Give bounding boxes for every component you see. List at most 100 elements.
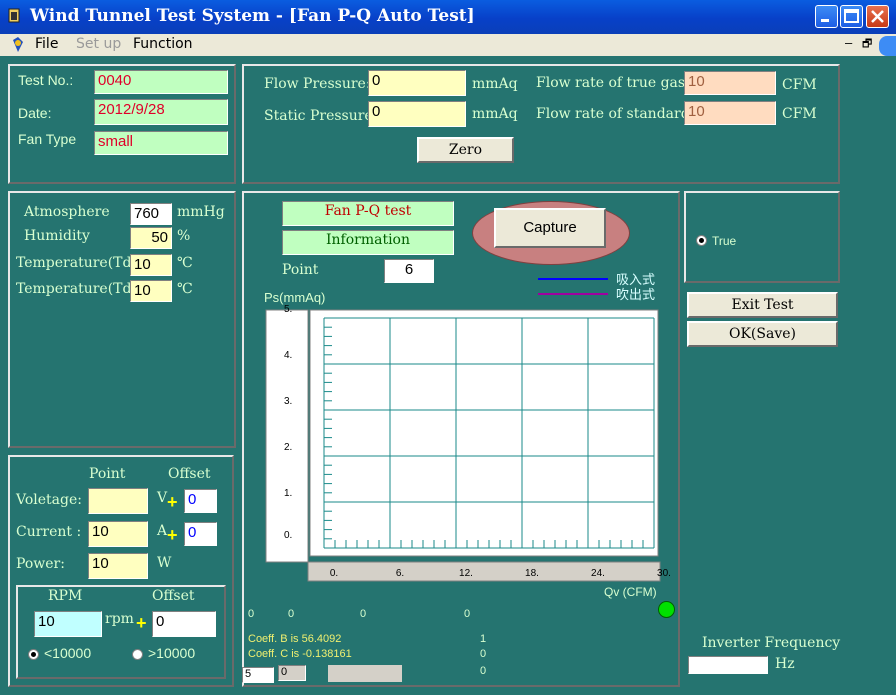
electrical-panel: Point Offset Voletage: V + 0 Current : 1… bbox=[8, 455, 234, 687]
test-panel: Fan P-Q test Information Capture Point 6… bbox=[242, 191, 680, 687]
td5-field[interactable]: 10 bbox=[130, 280, 172, 302]
inverter-field[interactable] bbox=[688, 656, 768, 674]
rpm-unit: rpm bbox=[105, 611, 134, 627]
true-radio[interactable] bbox=[696, 235, 707, 246]
fan-type-label: Fan Type bbox=[18, 131, 77, 147]
mdi-document-icon[interactable] bbox=[10, 36, 26, 54]
static-pressure-label: Static Pressure : bbox=[264, 108, 382, 124]
humidity-label: Humidity bbox=[24, 228, 90, 244]
y-tick-label: 0. bbox=[284, 530, 292, 541]
readout-box-a[interactable]: 5 bbox=[242, 667, 274, 683]
current-offset-field[interactable]: 0 bbox=[184, 522, 217, 546]
true-radio-label: True bbox=[712, 234, 737, 248]
power-unit: W bbox=[157, 555, 172, 571]
status-light-icon bbox=[658, 601, 675, 618]
rpm-header: RPM bbox=[48, 588, 83, 604]
date-field[interactable]: 2012/9/28 bbox=[94, 99, 228, 125]
inverter-label: Inverter Frequency bbox=[702, 635, 841, 651]
offset-header: Offset bbox=[168, 466, 211, 482]
current-label: Current : bbox=[16, 524, 82, 540]
voltage-label: Voletage: bbox=[16, 492, 82, 508]
mode-panel: True bbox=[684, 191, 840, 283]
pressure-panel: Flow Pressure: 0 mmAq Static Pressure : … bbox=[242, 64, 840, 184]
mdi-restore-icon[interactable]: 🗗 bbox=[862, 35, 872, 54]
menu-setup[interactable]: Set up bbox=[76, 36, 121, 52]
readout-3: 0 bbox=[360, 608, 367, 620]
humidity-unit: % bbox=[177, 228, 191, 244]
flow-pressure-label: Flow Pressure: bbox=[264, 76, 371, 92]
test-no-field[interactable]: 0040 bbox=[94, 70, 228, 94]
td5-label: Temperature(Td5) bbox=[16, 281, 146, 297]
menu-file[interactable]: File bbox=[35, 36, 58, 52]
y-tick-label: 4. bbox=[284, 350, 292, 361]
current-unit: A bbox=[157, 523, 168, 539]
readout-4: 0 bbox=[464, 608, 471, 620]
x-tick-label: 24. bbox=[591, 568, 605, 579]
legend-label-0: 吸入式 bbox=[616, 273, 655, 288]
power-field[interactable]: 10 bbox=[88, 553, 148, 579]
maximize-button[interactable] bbox=[840, 5, 863, 28]
flow-pressure-unit: mmAq bbox=[472, 76, 518, 92]
ok-save-button[interactable]: OK(Save) bbox=[687, 321, 838, 347]
voltage-offset-field[interactable]: 0 bbox=[184, 489, 217, 513]
readout-box-b[interactable]: 0 bbox=[278, 665, 306, 681]
client-area: Test No.: 0040 Date: 2012/9/28 Fan Type … bbox=[0, 56, 896, 695]
mdi-minimize-icon[interactable]: – bbox=[845, 35, 852, 50]
atmosphere-field[interactable]: 760 bbox=[130, 203, 172, 225]
x-tick-label: 12. bbox=[459, 568, 473, 579]
inverter-unit: Hz bbox=[775, 656, 795, 672]
static-pressure-field[interactable]: 0 bbox=[368, 101, 466, 127]
atmosphere-label: Atmosphere bbox=[24, 204, 110, 220]
voltage-plus-icon: + bbox=[167, 492, 178, 512]
menu-bar: File Set up Function – 🗗 bbox=[0, 34, 896, 56]
rpm-low-label: <10000 bbox=[44, 645, 92, 661]
rpm-low-radio[interactable] bbox=[28, 649, 39, 660]
rpm-high-label: >10000 bbox=[148, 645, 196, 661]
voltage-unit: V bbox=[157, 490, 168, 506]
rpm-offset-field[interactable]: 0 bbox=[152, 611, 216, 637]
flow-pressure-field[interactable]: 0 bbox=[368, 70, 466, 96]
y-axis-label: Ps(mmAq) bbox=[264, 290, 326, 305]
coeff-b-text: Coeff. B is 56.4092 bbox=[248, 633, 342, 645]
voltage-field[interactable] bbox=[88, 488, 148, 514]
true-gas-unit: CFM bbox=[782, 77, 817, 93]
x-tick-label: 30. bbox=[657, 568, 671, 579]
x-tick-strip bbox=[307, 561, 661, 582]
legend-label-1: 吹出式 bbox=[616, 288, 655, 303]
rpm-panel: RPM Offset 10 rpm + 0 <10000 >10000 bbox=[16, 585, 226, 679]
exit-test-button[interactable]: Exit Test bbox=[687, 292, 838, 318]
x-tick-label: 0. bbox=[330, 568, 338, 579]
close-button[interactable] bbox=[866, 5, 889, 28]
standard-field[interactable]: 10 bbox=[684, 101, 776, 125]
coeff-c-text: Coeff. C is -0.138161 bbox=[248, 648, 352, 660]
y-tick-label: 5. bbox=[284, 304, 292, 315]
environment-panel: Atmosphere 760 mmHg Humidity 50 % Temper… bbox=[8, 191, 236, 448]
plot-area bbox=[309, 309, 659, 557]
current-field[interactable]: 10 bbox=[88, 521, 148, 547]
humidity-field[interactable]: 50 bbox=[130, 227, 172, 249]
zero-button[interactable]: Zero bbox=[417, 137, 514, 163]
window-title: Wind Tunnel Test System - [Fan P-Q Auto … bbox=[30, 6, 475, 26]
rpm-field[interactable]: 10 bbox=[34, 611, 102, 637]
current-plus-icon: + bbox=[167, 525, 178, 545]
title-bar[interactable]: Wind Tunnel Test System - [Fan P-Q Auto … bbox=[0, 0, 896, 34]
td8-unit: ℃ bbox=[177, 255, 193, 271]
pq-chart: 0. 1. 2. 3. 4. 5. 0. 6. 12. 18. 24. 30. 吸入式吹出式 bbox=[265, 273, 671, 582]
menu-function[interactable]: Function bbox=[133, 36, 193, 52]
date-label: Date: bbox=[18, 105, 52, 121]
td5-unit: ℃ bbox=[177, 281, 193, 297]
rpm-offset-header: Offset bbox=[152, 588, 195, 604]
td8-field[interactable]: 10 bbox=[130, 254, 172, 276]
td8-label: Temperature(Td8) bbox=[16, 255, 146, 271]
progress-bar bbox=[328, 665, 402, 682]
rpm-high-radio[interactable] bbox=[132, 649, 143, 660]
scroll-hint-icon bbox=[879, 36, 896, 56]
fan-type-field[interactable]: small bbox=[94, 131, 228, 155]
true-gas-field[interactable]: 10 bbox=[684, 71, 776, 95]
y-tick-label: 1. bbox=[284, 488, 292, 499]
x-axis-label: Qv (CFM) bbox=[604, 585, 657, 599]
minimize-button[interactable] bbox=[815, 5, 838, 28]
maximize-icon bbox=[844, 9, 859, 23]
info-panel: Test No.: 0040 Date: 2012/9/28 Fan Type … bbox=[8, 64, 236, 184]
readout-2: 0 bbox=[288, 608, 295, 620]
